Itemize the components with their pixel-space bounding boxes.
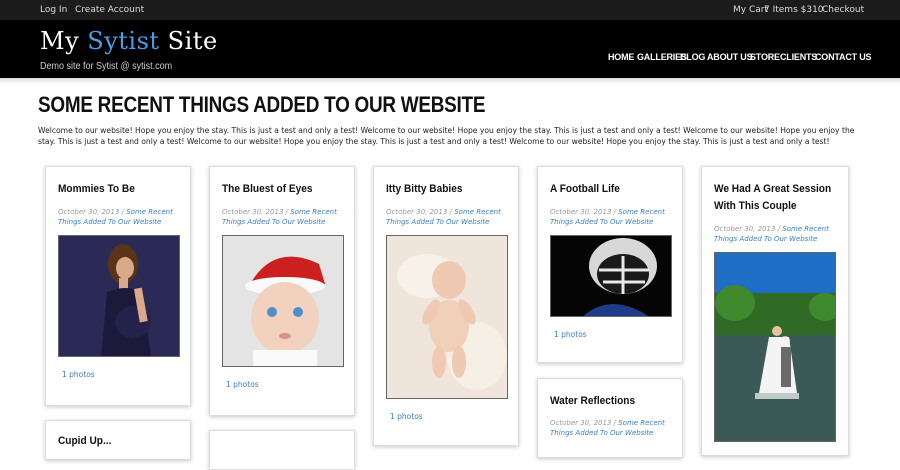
post-meta: October 30, 2013 / Some Recent Things Ad… [550, 207, 670, 227]
login-link[interactable]: Log In [40, 5, 67, 15]
post-date: October 30, 2013 [550, 419, 612, 427]
post-meta: October 30, 2013 / Some Recent Things Ad… [714, 224, 834, 244]
post-thumbnail[interactable] [386, 235, 508, 399]
post-card[interactable]: A Football Life October 30, 2013 / Some … [537, 166, 683, 363]
wedding-couple-photo [715, 253, 835, 441]
pregnant-woman-photo [59, 236, 179, 356]
post-card[interactable]: Water Reflections October 30, 2013 / Som… [537, 378, 683, 458]
logo-text-1: My [40, 27, 88, 55]
photo-count[interactable]: 1 photos [62, 370, 95, 379]
top-utility-bar: Log In Create Account My Cart 7 Items $3… [0, 0, 900, 20]
photo-count[interactable]: 1 photos [554, 330, 587, 339]
post-title-line2[interactable]: With This Couple [714, 198, 797, 215]
cart-summary[interactable]: 7 Items $310 [764, 5, 824, 15]
post-meta: October 30, 2013 / Some Recent Things Ad… [550, 418, 670, 438]
create-account-link[interactable]: Create Account [75, 5, 144, 15]
post-date: October 30, 2013 [386, 208, 448, 216]
post-thumbnail[interactable] [222, 235, 344, 367]
site-logo[interactable]: My Sytist Site [40, 27, 218, 55]
header-shadow [0, 78, 900, 84]
post-meta: October 30, 2013 / Some Recent Things Ad… [386, 207, 506, 227]
newborn-baby-photo [387, 236, 507, 398]
post-date: October 30, 2013 [222, 208, 284, 216]
post-date: October 30, 2013 [550, 208, 612, 216]
post-card[interactable]: Cupid Up... [45, 420, 191, 460]
logo-text-highlight: Sytist [87, 27, 160, 55]
nav-home[interactable]: HOME [608, 52, 634, 62]
post-thumbnail[interactable] [714, 252, 836, 442]
photo-count[interactable]: 1 photos [390, 412, 423, 421]
nav-about-us[interactable]: ABOUT US [707, 52, 753, 62]
nav-contact-us[interactable]: CONTACT US [815, 52, 872, 62]
post-meta: October 30, 2013 / Some Recent Things Ad… [222, 207, 342, 227]
post-thumbnail[interactable] [550, 235, 672, 317]
nav-clients[interactable]: CLIENTS [780, 52, 817, 62]
baby-santa-hat-photo [223, 236, 343, 366]
post-title[interactable]: The Bluest of Eyes [222, 181, 313, 198]
post-card[interactable]: The Bluest of Eyes October 30, 2013 / So… [209, 166, 355, 416]
post-title[interactable]: Water Reflections [550, 393, 635, 410]
post-meta: October 30, 2013 / Some Recent Things Ad… [58, 207, 178, 227]
post-card[interactable]: We Had A Great Session With This Couple … [701, 166, 849, 456]
cart-link[interactable]: My Cart [733, 5, 768, 15]
logo-text-2: Site [159, 27, 218, 55]
post-thumbnail[interactable] [58, 235, 180, 357]
post-title[interactable]: We Had A Great Session [714, 181, 831, 198]
post-card[interactable]: Itty Bitty Babies October 30, 2013 / Som… [373, 166, 519, 446]
site-header: My Sytist Site Demo site for Sytist @ sy… [0, 20, 900, 78]
post-date: October 30, 2013 [714, 225, 776, 233]
post-card[interactable] [209, 430, 355, 470]
site-tagline: Demo site for Sytist @ sytist.com [40, 61, 173, 72]
checkout-link[interactable]: Checkout [822, 5, 864, 15]
page-intro: Welcome to our website! Hope you enjoy t… [38, 126, 855, 146]
post-title[interactable]: A Football Life [550, 181, 620, 198]
post-title[interactable]: Mommies To Be [58, 181, 135, 198]
page-title: SOME RECENT THINGS ADDED TO OUR WEBSITE [38, 92, 486, 117]
post-date: October 30, 2013 [58, 208, 120, 216]
nav-store[interactable]: STORE [750, 52, 780, 62]
photo-count[interactable]: 1 photos [226, 380, 259, 389]
post-title[interactable]: Cupid Up... [58, 433, 111, 450]
nav-blog[interactable]: BLOG [680, 52, 705, 62]
post-card[interactable]: Mommies To Be October 30, 2013 / Some Re… [45, 166, 191, 406]
football-player-photo [551, 236, 671, 316]
post-title[interactable]: Itty Bitty Babies [386, 181, 462, 198]
